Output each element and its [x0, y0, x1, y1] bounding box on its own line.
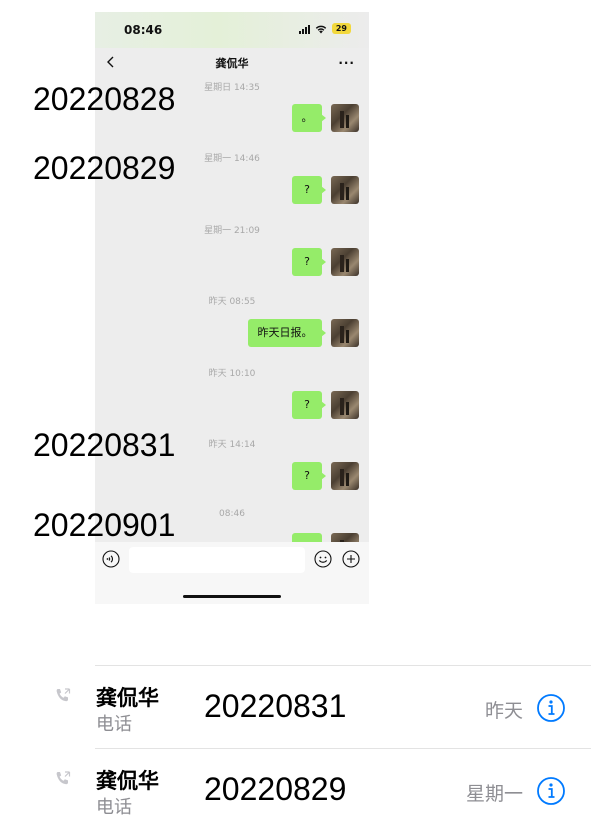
date-annotation: 20220901 [33, 507, 176, 543]
avatar[interactable] [331, 462, 359, 490]
message-bubble[interactable]: 。 [292, 104, 326, 132]
status-icons: 29 [298, 23, 351, 34]
call-log-row[interactable]: 龚侃华 电话 20220829 星期一 [0, 749, 591, 829]
voice-icon[interactable] [102, 550, 120, 568]
more-icon[interactable]: ··· [338, 56, 355, 70]
caller-name: 龚侃华 [96, 686, 159, 710]
home-indicator [183, 595, 281, 598]
phone-call-icon [56, 688, 71, 702]
date-annotation: 20220829 [204, 771, 347, 807]
avatar[interactable] [331, 391, 359, 419]
plus-icon[interactable] [342, 550, 360, 568]
message-timestamp: 昨天 10:10 [208, 369, 256, 379]
signal-icon [298, 24, 310, 34]
call-time: 昨天 [484, 700, 523, 722]
date-annotation: 20220831 [33, 427, 176, 463]
call-time: 星期一 [465, 783, 523, 805]
message-bubble[interactable]: ? [292, 462, 326, 490]
emoji-icon[interactable] [314, 550, 332, 568]
chat-navbar: 龚侃华 ··· [95, 48, 369, 78]
avatar[interactable] [331, 319, 359, 347]
message-bubble[interactable]: 昨天日报。 [248, 319, 326, 347]
avatar[interactable] [331, 248, 359, 276]
input-bar [95, 542, 369, 604]
message-bubble[interactable]: ? [292, 391, 326, 419]
date-annotation: 20220829 [33, 150, 176, 186]
message-bubble[interactable]: ? [292, 176, 326, 204]
phone-call-icon [56, 771, 71, 785]
date-annotation: 20220831 [204, 688, 347, 724]
wifi-icon [315, 25, 327, 33]
avatar[interactable] [331, 176, 359, 204]
message-timestamp: 昨天 08:55 [208, 297, 256, 307]
status-time: 08:46 [124, 23, 163, 37]
message-bubble[interactable]: ? [292, 248, 326, 276]
status-bar: 08:46 29 [95, 12, 369, 48]
battery-indicator: 29 [331, 23, 351, 34]
info-icon[interactable] [536, 776, 566, 806]
chat-title: 龚侃华 [215, 57, 249, 70]
date-annotation: 20220828 [33, 81, 176, 117]
call-type: 电话 [96, 797, 132, 818]
message-timestamp: 星期一 21:09 [204, 226, 260, 236]
message-input[interactable] [129, 547, 305, 573]
caller-name: 龚侃华 [96, 769, 159, 793]
avatar[interactable] [331, 104, 359, 132]
call-type: 电话 [96, 714, 132, 735]
call-log-row[interactable]: 龚侃华 电话 20220831 昨天 [0, 666, 591, 746]
page: 08:46 29 龚侃华 ··· 星期日 14:35 。 星期一 14:46 ?… [0, 0, 591, 829]
info-icon[interactable] [536, 693, 566, 723]
